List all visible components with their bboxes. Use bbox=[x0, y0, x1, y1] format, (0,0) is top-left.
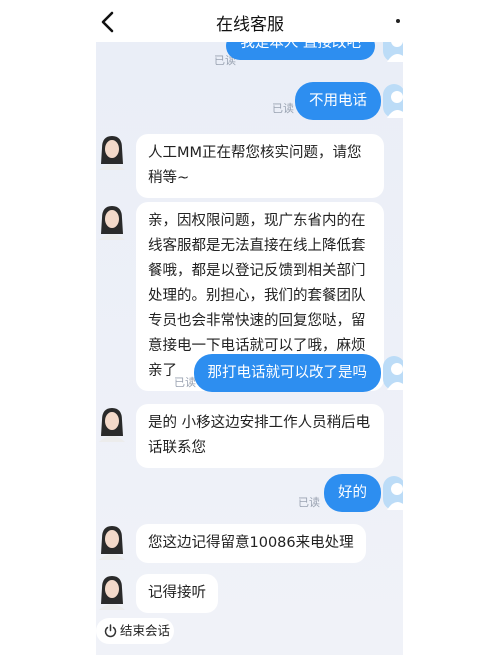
end-session-label: 结束会话 bbox=[120, 623, 171, 638]
read-status: 已读 bbox=[272, 102, 294, 115]
agent-avatar bbox=[99, 136, 125, 170]
agent-message-bubble: 您这边记得留意10086来电处理 bbox=[136, 524, 366, 563]
agent-message-bubble: 人工MM正在帮您核实问题，请您稍等~ bbox=[136, 134, 384, 198]
user-avatar bbox=[383, 476, 403, 510]
user-message-bubble: 我是本人 直接改吧 bbox=[226, 42, 375, 60]
page-title: 在线客服 bbox=[216, 15, 284, 35]
chat-area[interactable]: 已读 我是本人 直接改吧 已读 不用电话 人工MM正在帮您核实问题，请您稍等~ bbox=[96, 42, 403, 655]
user-avatar bbox=[383, 356, 403, 390]
power-icon bbox=[104, 624, 117, 638]
user-avatar bbox=[383, 42, 403, 62]
agent-avatar bbox=[99, 526, 125, 560]
top-bar: 在线客服 bbox=[0, 0, 500, 42]
user-message-bubble: 好的 bbox=[324, 474, 381, 512]
user-message-bubble: 不用电话 bbox=[295, 82, 381, 120]
agent-avatar bbox=[99, 576, 125, 610]
agent-avatar bbox=[99, 408, 125, 442]
user-message-bubble: 那打电话就可以改了是吗 bbox=[193, 354, 381, 392]
user-avatar bbox=[383, 84, 403, 118]
read-status: 已读 bbox=[174, 376, 196, 389]
agent-message-bubble: 是的 小移这边安排工作人员稍后电话联系您 bbox=[136, 404, 384, 468]
agent-avatar bbox=[99, 206, 125, 240]
read-status: 已读 bbox=[298, 496, 320, 509]
end-session-button[interactable]: 结束会话 bbox=[96, 618, 174, 644]
agent-message-bubble: 记得接听 bbox=[136, 574, 218, 613]
more-dot-icon[interactable] bbox=[396, 19, 400, 23]
